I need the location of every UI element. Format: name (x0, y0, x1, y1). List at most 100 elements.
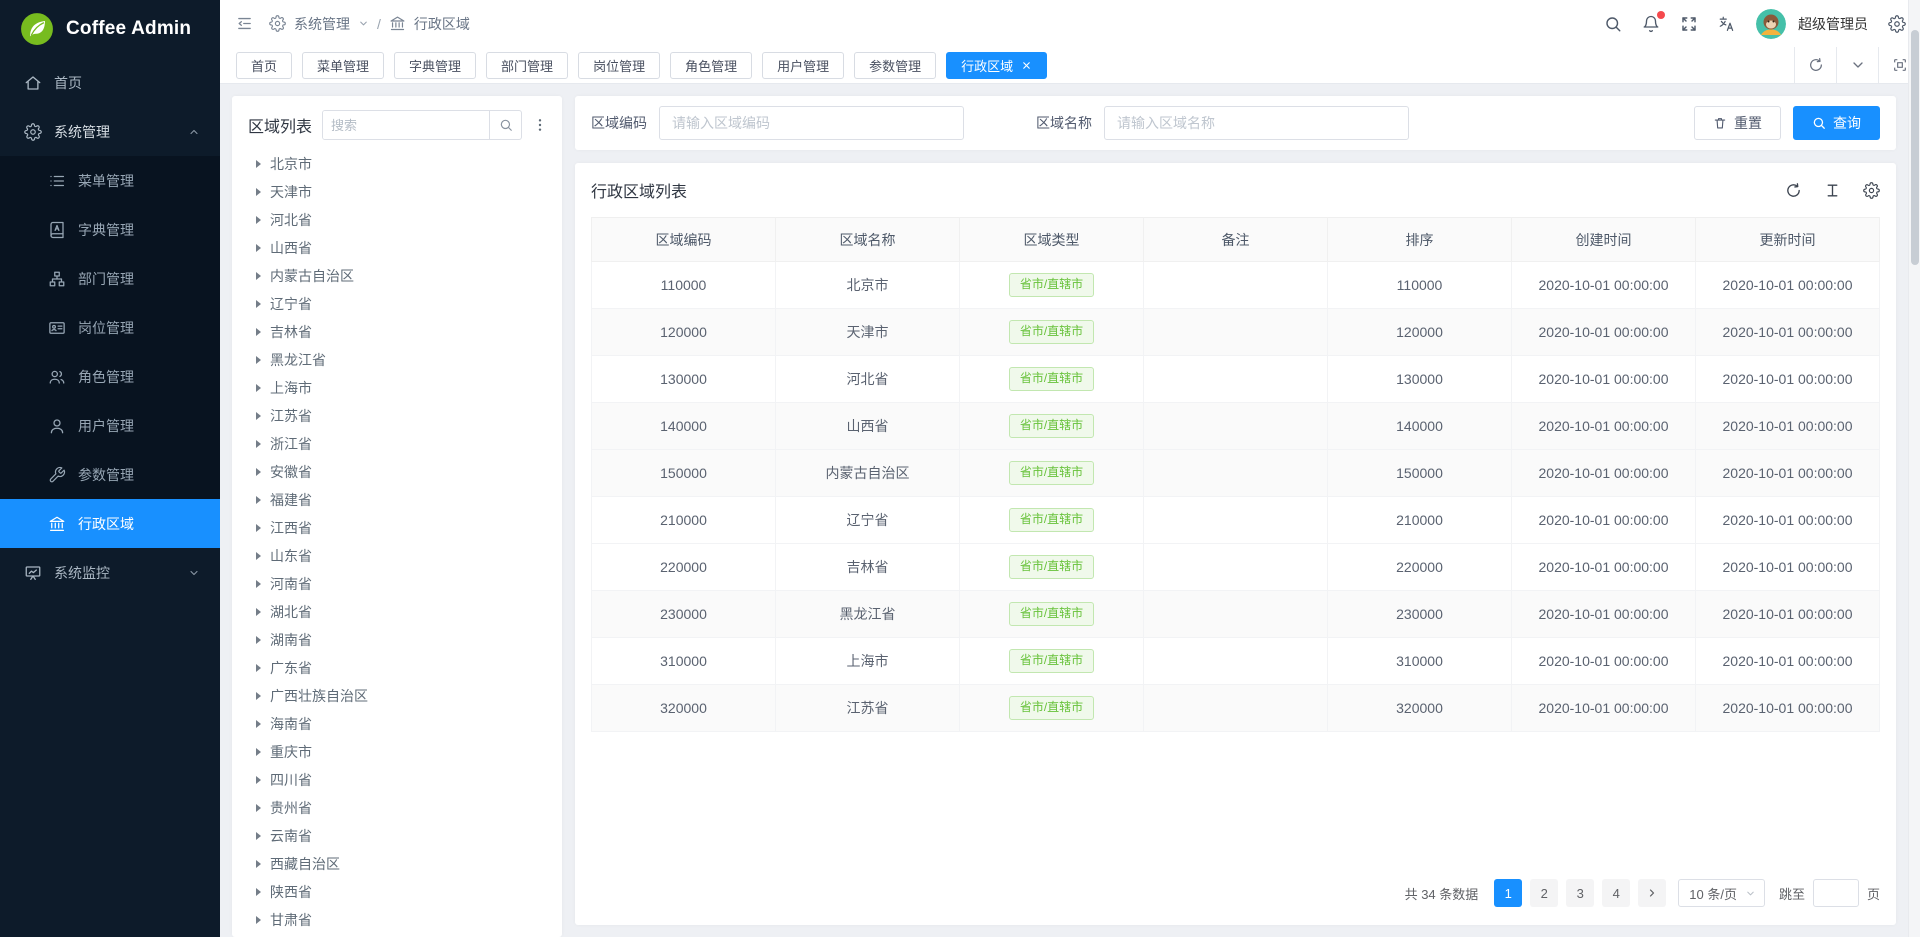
page-button-3[interactable]: 3 (1566, 879, 1594, 907)
tree-item[interactable]: 江西省 (248, 514, 548, 542)
tab-administrative-region[interactable]: 行政区域 (946, 52, 1047, 79)
tree-item[interactable]: 吉林省 (248, 318, 548, 346)
settings-gear-icon[interactable] (1888, 15, 1906, 33)
sidebar-item-system-monitor[interactable]: 系统监控 (0, 548, 220, 597)
tree-item[interactable]: 甘肃省 (248, 906, 548, 934)
sidebar-item-parameter-management[interactable]: 参数管理 (0, 450, 220, 499)
page-button-4[interactable]: 4 (1602, 879, 1630, 907)
chevron-down-icon[interactable] (1836, 47, 1878, 84)
translate-icon[interactable] (1718, 15, 1736, 33)
caret-right-icon[interactable] (256, 552, 261, 560)
tree-item[interactable]: 山东省 (248, 542, 548, 570)
search-icon[interactable] (489, 111, 521, 139)
tree-item[interactable]: 内蒙古自治区 (248, 262, 548, 290)
caret-right-icon[interactable] (256, 412, 261, 420)
tab-parameter-management[interactable]: 参数管理 (854, 52, 936, 79)
notification-bell-icon[interactable] (1642, 15, 1660, 33)
jump-page-input[interactable] (1813, 879, 1859, 907)
page-button-1[interactable]: 1 (1494, 879, 1522, 907)
tree-item[interactable]: 湖北省 (248, 598, 548, 626)
tree-item[interactable]: 北京市 (248, 150, 548, 178)
caret-right-icon[interactable] (256, 216, 261, 224)
tree-item[interactable]: 河北省 (248, 206, 548, 234)
tree-item[interactable]: 四川省 (248, 766, 548, 794)
caret-right-icon[interactable] (256, 272, 261, 280)
caret-right-icon[interactable] (256, 384, 261, 392)
reset-button[interactable]: 重置 (1694, 106, 1781, 140)
refresh-icon[interactable] (1785, 182, 1802, 199)
tree-item[interactable]: 黑龙江省 (248, 346, 548, 374)
scrollbar-thumb[interactable] (1911, 30, 1919, 265)
tree-item[interactable]: 广西壮族自治区 (248, 682, 548, 710)
caret-right-icon[interactable] (256, 440, 261, 448)
column-settings-gear-icon[interactable] (1863, 182, 1880, 199)
caret-right-icon[interactable] (256, 188, 261, 196)
caret-right-icon[interactable] (256, 636, 261, 644)
search-button[interactable]: 查询 (1793, 106, 1880, 140)
tree-item[interactable]: 山西省 (248, 234, 548, 262)
tree-item[interactable]: 海南省 (248, 710, 548, 738)
caret-right-icon[interactable] (256, 524, 261, 532)
caret-right-icon[interactable] (256, 692, 261, 700)
page-button-2[interactable]: 2 (1530, 879, 1558, 907)
sidebar-item-department-management[interactable]: 部门管理 (0, 254, 220, 303)
caret-right-icon[interactable] (256, 608, 261, 616)
tree-item[interactable]: 贵州省 (248, 794, 548, 822)
tab-dictionary-management[interactable]: 字典管理 (394, 52, 476, 79)
sidebar-item-menu-management[interactable]: 菜单管理 (0, 156, 220, 205)
sidebar-item-post-management[interactable]: 岗位管理 (0, 303, 220, 352)
tree-item[interactable]: 云南省 (248, 822, 548, 850)
caret-right-icon[interactable] (256, 860, 261, 868)
more-vertical-icon[interactable] (532, 116, 548, 134)
tree-item[interactable]: 辽宁省 (248, 290, 548, 318)
tab-home[interactable]: 首页 (236, 52, 292, 79)
tab-department-management[interactable]: 部门管理 (486, 52, 568, 79)
page-size-select[interactable]: 10 条/页 (1678, 879, 1765, 907)
caret-right-icon[interactable] (256, 468, 261, 476)
caret-right-icon[interactable] (256, 328, 261, 336)
sidebar-item-dictionary-management[interactable]: 字典管理 (0, 205, 220, 254)
caret-right-icon[interactable] (256, 720, 261, 728)
caret-right-icon[interactable] (256, 664, 261, 672)
page-scrollbar[interactable] (1908, 0, 1920, 937)
caret-right-icon[interactable] (256, 916, 261, 924)
tree-item[interactable]: 西藏自治区 (248, 850, 548, 878)
tab-menu-management[interactable]: 菜单管理 (302, 52, 384, 79)
tree-item[interactable]: 福建省 (248, 486, 548, 514)
sidebar-item-user-management[interactable]: 用户管理 (0, 401, 220, 450)
tree-item[interactable]: 陕西省 (248, 878, 548, 906)
caret-right-icon[interactable] (256, 160, 261, 168)
caret-right-icon[interactable] (256, 832, 261, 840)
caret-right-icon[interactable] (256, 496, 261, 504)
breadcrumb-menu[interactable]: 系统管理 (294, 14, 350, 34)
caret-right-icon[interactable] (256, 776, 261, 784)
user-name[interactable]: 超级管理员 (1798, 14, 1868, 34)
tree-item[interactable]: 河南省 (248, 570, 548, 598)
sidebar-item-system-management[interactable]: 系统管理 (0, 107, 220, 156)
tree-item[interactable]: 湖南省 (248, 626, 548, 654)
caret-right-icon[interactable] (256, 804, 261, 812)
tree-item[interactable]: 广东省 (248, 654, 548, 682)
caret-right-icon[interactable] (256, 356, 261, 364)
row-density-icon[interactable] (1824, 182, 1841, 199)
tab-user-management[interactable]: 用户管理 (762, 52, 844, 79)
user-avatar[interactable] (1756, 9, 1786, 39)
search-icon[interactable] (1604, 15, 1622, 33)
menu-fold-icon[interactable] (236, 15, 253, 32)
region-code-input[interactable] (659, 106, 964, 140)
close-icon[interactable] (1021, 60, 1032, 71)
tree-item[interactable]: 浙江省 (248, 430, 548, 458)
sidebar-item-role-management[interactable]: 角色管理 (0, 352, 220, 401)
sidebar-item-administrative-region[interactable]: 行政区域 (0, 499, 220, 548)
caret-right-icon[interactable] (256, 888, 261, 896)
next-page-button[interactable] (1638, 879, 1666, 907)
caret-right-icon[interactable] (256, 748, 261, 756)
caret-right-icon[interactable] (256, 300, 261, 308)
caret-right-icon[interactable] (256, 580, 261, 588)
caret-right-icon[interactable] (256, 244, 261, 252)
tree-search-input[interactable] (323, 111, 489, 139)
tree-item[interactable]: 江苏省 (248, 402, 548, 430)
tree-item[interactable]: 上海市 (248, 374, 548, 402)
fullscreen-icon[interactable] (1680, 15, 1698, 33)
tree-item[interactable]: 安徽省 (248, 458, 548, 486)
